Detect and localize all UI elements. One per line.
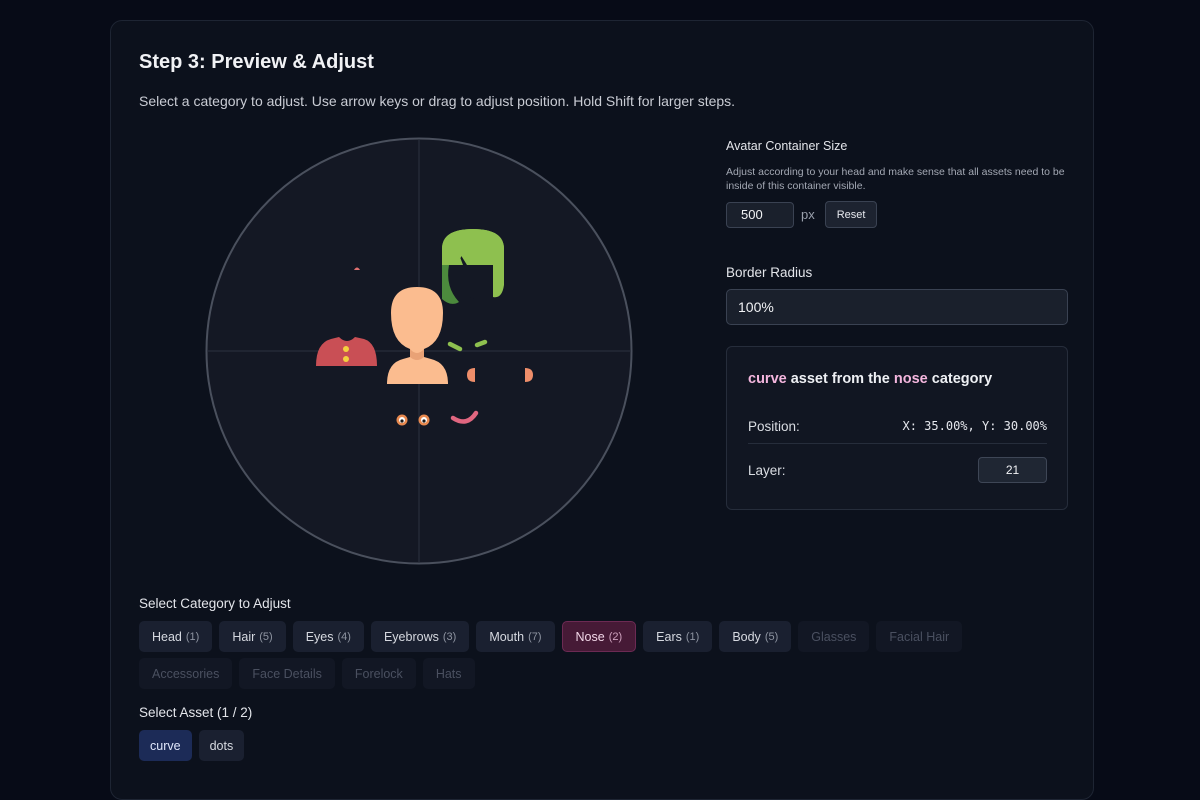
category-chip-body[interactable]: Body (5) <box>719 621 792 652</box>
chip-label: Ears <box>656 629 682 644</box>
position-label: Position: <box>748 418 800 434</box>
category-chip-head[interactable]: Head (1) <box>139 621 213 652</box>
border-radius-input[interactable] <box>726 289 1068 325</box>
category-chip-glasses: Glasses <box>798 621 870 652</box>
chip-label: Nose <box>575 629 605 644</box>
category-chip-facial-hair: Facial Hair <box>876 621 963 652</box>
chip-label: Hair <box>232 629 256 644</box>
asset-chip-curve[interactable]: curve <box>139 730 192 761</box>
chip-label: Hats <box>435 666 462 681</box>
page-title: Step 3: Preview & Adjust <box>139 51 374 73</box>
layer-label: Layer: <box>748 462 786 478</box>
chip-count: (7) <box>528 630 542 643</box>
category-chip-accessories: Accessories <box>139 658 233 689</box>
category-chip-hats: Hats <box>422 658 475 689</box>
chip-label: Head <box>152 629 182 644</box>
category-name: nose <box>893 371 928 387</box>
asset-text-middle: asset from the <box>790 371 890 387</box>
reset-button[interactable]: Reset <box>824 201 878 228</box>
category-chip-forelock: Forelock <box>341 658 416 689</box>
chip-label: Eyebrows <box>383 629 439 644</box>
selected-asset-info: curve asset from the nose category Posit… <box>726 346 1068 510</box>
chip-count: (1) <box>685 630 700 643</box>
chip-label: Eyes <box>305 629 334 644</box>
asset-chip-dots[interactable]: dots <box>198 730 245 761</box>
asset-chips: curve dots <box>139 730 979 761</box>
category-chips: Head (1) Hair (5) Eyes (4) Eyebrows (3) Mout… <box>139 621 979 689</box>
chip-label: Mouth <box>489 629 525 644</box>
container-size-label: Avatar Container Size <box>726 139 848 153</box>
avatar-preview[interactable] <box>205 137 633 565</box>
chip-label: dots <box>209 738 234 753</box>
category-section-label: Select Category to Adjust <box>139 596 291 611</box>
category-chip-ears[interactable]: Ears (1) <box>643 621 713 652</box>
step-card: Step 3: Preview & Adjust Select a catego… <box>110 20 1094 800</box>
container-size-help: Adjust according to your head and make s… <box>726 166 1065 192</box>
position-value: X: 35.00%, Y: 30.00% <box>902 419 1048 433</box>
page-subtitle: Select a category to adjust. Use arrow k… <box>139 93 736 109</box>
category-chip-eyes[interactable]: Eyes (4) <box>292 621 364 652</box>
category-chip-eyebrows[interactable]: Eyebrows (3) <box>370 621 470 652</box>
category-chip-hair[interactable]: Hair (5) <box>219 621 286 652</box>
container-size-row: px Reset <box>726 201 878 228</box>
px-unit-label: px <box>801 207 815 222</box>
position-row: Position: X: 35.00%, Y: 30.00% <box>748 413 1047 444</box>
chip-count: (5) <box>764 630 779 643</box>
selected-asset-title: curve asset from the nose category <box>748 371 992 387</box>
border-radius-label: Border Radius <box>726 265 813 280</box>
avatar-canvas[interactable] <box>205 137 633 565</box>
container-size-input[interactable] <box>726 201 794 228</box>
chip-label: Accessories <box>152 666 220 681</box>
layer-row: Layer: <box>748 457 1047 483</box>
chip-count: (1) <box>185 630 200 643</box>
asset-text-end: category <box>931 371 993 387</box>
chip-label: Forelock <box>354 666 403 681</box>
category-chip-nose[interactable]: Nose (2) <box>561 621 637 652</box>
chip-count: (5) <box>259 630 273 643</box>
chip-label: Glasses <box>811 629 857 644</box>
hair-asset[interactable] <box>442 229 504 305</box>
chip-count: (4) <box>337 630 351 643</box>
chip-label: Facial Hair <box>889 629 950 644</box>
chip-label: Body <box>732 629 761 644</box>
chip-count: (3) <box>442 630 457 643</box>
chip-label: Face Details <box>252 666 322 681</box>
category-chip-face-details: Face Details <box>239 658 335 689</box>
asset-section-label: Select Asset (1 / 2) <box>139 705 253 720</box>
layer-input[interactable] <box>978 457 1047 483</box>
chip-label: curve <box>150 738 181 753</box>
chip-count: (2) <box>608 630 623 643</box>
asset-name: curve <box>748 371 787 387</box>
category-chip-mouth[interactable]: Mouth (7) <box>476 621 555 652</box>
